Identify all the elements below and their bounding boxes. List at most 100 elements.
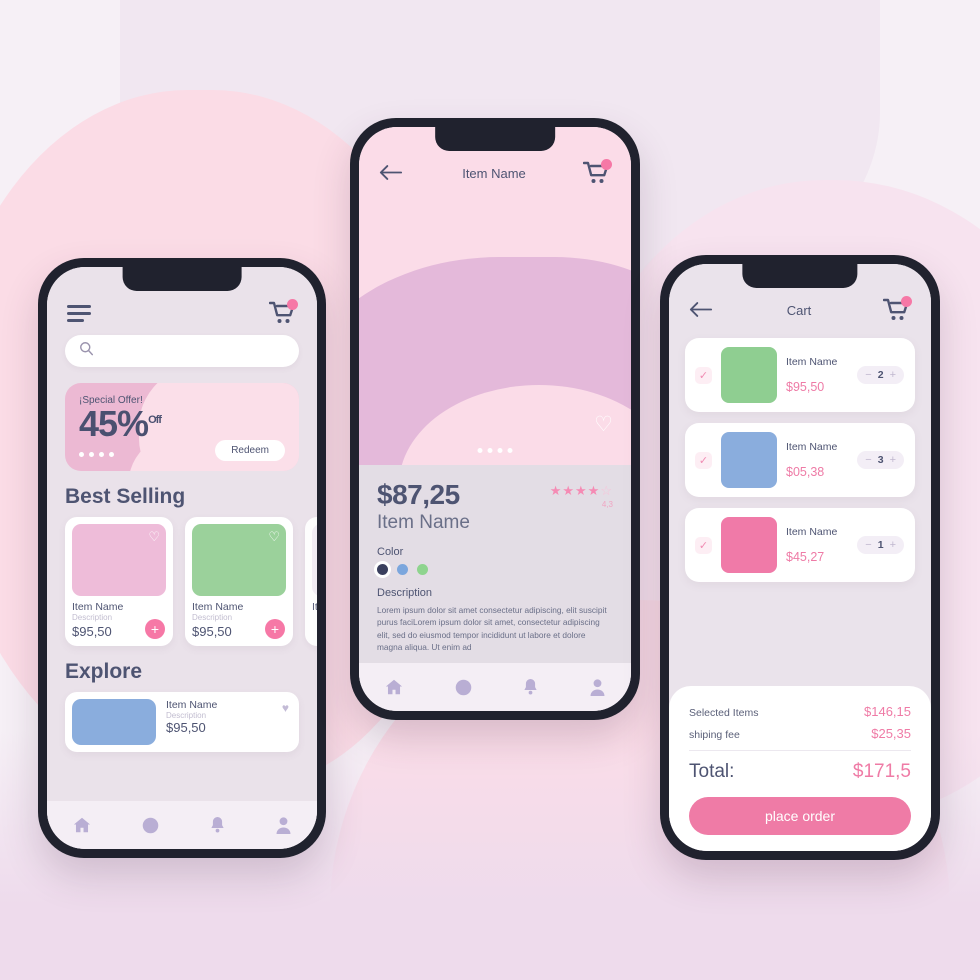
- increment-button[interactable]: +: [890, 369, 896, 381]
- detail-screen: ♡ Item Name ★★★★☆ 4,3 $87,25 Item Name C…: [359, 127, 631, 711]
- product-card[interactable]: Item Name: [305, 517, 317, 646]
- cart-badge: [901, 296, 912, 307]
- best-selling-list: ♡ Item Name Description $95,50 + ♡ Item …: [47, 517, 317, 646]
- item-checkbox[interactable]: ✓: [695, 366, 712, 384]
- decrement-button[interactable]: −: [865, 539, 871, 551]
- favorite-heart-icon[interactable]: ♡: [594, 412, 613, 437]
- nav-circle-icon[interactable]: [454, 678, 473, 697]
- product-name: Item Name: [72, 601, 124, 613]
- nav-home-icon[interactable]: [384, 678, 404, 696]
- decrement-button[interactable]: −: [865, 369, 871, 381]
- rating-value: 4,3: [601, 500, 613, 509]
- cart-icon[interactable]: [582, 159, 612, 185]
- quantity-stepper[interactable]: − 2 +: [857, 366, 904, 384]
- gallery-dots[interactable]: [477, 448, 513, 453]
- detail-bottom-nav: [359, 663, 631, 711]
- explore-name: Item Name: [166, 699, 218, 711]
- summary-row-selected: Selected Items $146,15: [689, 704, 911, 719]
- item-checkbox[interactable]: ✓: [695, 536, 712, 554]
- explore-title: Explore: [65, 660, 143, 683]
- quantity-stepper[interactable]: − 3 +: [857, 451, 904, 469]
- item-thumbnail: [721, 517, 777, 573]
- summary-divider: [689, 750, 911, 751]
- home-body: ¡Special Offer! 45%Off Redeem Best Selli…: [47, 267, 317, 849]
- product-name: Item Name: [377, 512, 470, 533]
- promo-off-label: Off: [148, 414, 162, 426]
- increment-button[interactable]: +: [890, 539, 896, 551]
- heart-outline-icon[interactable]: ♡: [148, 529, 160, 545]
- heart-filled-icon[interactable]: ♥: [282, 701, 289, 715]
- promo-banner[interactable]: ¡Special Offer! 45%Off Redeem: [65, 383, 299, 471]
- home-bottom-nav: [47, 801, 317, 849]
- product-card[interactable]: ♡ Item Name Description $95,50 +: [65, 517, 173, 646]
- search-icon: [79, 341, 94, 361]
- cart-icon[interactable]: [882, 296, 912, 322]
- back-arrow-icon[interactable]: [689, 301, 715, 319]
- cart-badge: [287, 299, 298, 310]
- order-summary: Selected Items $146,15 shiping fee $25,3…: [669, 686, 931, 851]
- back-arrow-icon[interactable]: [379, 164, 405, 182]
- cart-item-row[interactable]: ✓ Item Name $95,50 − 2 +: [685, 338, 915, 412]
- quantity-value: 3: [877, 454, 884, 466]
- quantity-stepper[interactable]: − 1 +: [857, 536, 904, 554]
- cart-icon[interactable]: [268, 299, 298, 325]
- cart-items-list: ✓ Item Name $95,50 − 2 + ✓ Item Name $05…: [669, 338, 931, 582]
- hamburger-icon[interactable]: [67, 304, 91, 322]
- product-name: Item Name: [192, 601, 244, 613]
- color-label: Color: [377, 546, 404, 558]
- explore-price: $95,50: [166, 720, 206, 735]
- color-swatch-navy[interactable]: [377, 564, 388, 575]
- promo-dots[interactable]: [79, 452, 114, 457]
- product-thumbnail: [312, 524, 317, 596]
- total-label: Total:: [689, 761, 735, 782]
- best-selling-title: Best Selling: [65, 485, 186, 508]
- home-screen: ¡Special Offer! 45%Off Redeem Best Selli…: [47, 267, 317, 849]
- color-swatch-green[interactable]: [417, 564, 428, 575]
- nav-bell-icon[interactable]: [209, 816, 226, 835]
- item-thumbnail: [721, 432, 777, 488]
- search-bar[interactable]: [65, 335, 299, 367]
- cart-body: Cart ✓ Item Name $95,50 − 2 + ✓ Item Nam…: [669, 264, 931, 851]
- nav-user-icon[interactable]: [275, 816, 292, 835]
- decrement-button[interactable]: −: [865, 454, 871, 466]
- nav-circle-icon[interactable]: [141, 816, 160, 835]
- quantity-value: 1: [877, 539, 884, 551]
- phone-notch: [122, 267, 242, 291]
- add-to-cart-button[interactable]: +: [265, 619, 285, 639]
- heart-outline-icon[interactable]: ♡: [268, 529, 280, 545]
- phone-detail: ♡ Item Name ★★★★☆ 4,3 $87,25 Item Name C…: [350, 118, 640, 720]
- nav-home-icon[interactable]: [72, 816, 92, 834]
- quantity-value: 2: [877, 369, 884, 381]
- explore-card[interactable]: Item Name Description $95,50 ♥: [65, 692, 299, 752]
- rating-block: ★★★★☆ 4,3: [550, 483, 613, 509]
- item-checkbox[interactable]: ✓: [695, 451, 712, 469]
- cart-item-row[interactable]: ✓ Item Name $05,38 − 3 +: [685, 423, 915, 497]
- cart-badge: [600, 159, 612, 170]
- description-text: Lorem ipsum dolor sit amet consectetur a…: [377, 605, 607, 653]
- promo-percent: 45%Off: [79, 403, 162, 444]
- color-swatch-blue[interactable]: [397, 564, 408, 575]
- explore-description: Description: [166, 711, 207, 720]
- product-card[interactable]: ♡ Item Name Description $95,50 +: [185, 517, 293, 646]
- product-thumbnail: ♡: [192, 524, 286, 596]
- increment-button[interactable]: +: [890, 454, 896, 466]
- shipping-fee-label: shiping fee: [689, 729, 740, 741]
- phone-cart: Cart ✓ Item Name $95,50 − 2 + ✓ Item Nam…: [660, 255, 940, 860]
- product-thumbnail: ♡: [72, 524, 166, 596]
- phone-notch: [742, 264, 858, 288]
- place-order-button[interactable]: place order: [689, 797, 911, 835]
- description-label: Description: [377, 587, 433, 599]
- nav-bell-icon[interactable]: [522, 678, 539, 697]
- rating-stars: ★★★★☆: [549, 483, 613, 498]
- summary-row-shipping: shiping fee $25,35: [689, 726, 911, 741]
- selected-items-value: $146,15: [864, 704, 911, 719]
- nav-user-icon[interactable]: [589, 678, 606, 697]
- cart-item-row[interactable]: ✓ Item Name $45,27 − 1 +: [685, 508, 915, 582]
- color-swatches: [377, 564, 613, 575]
- cart-screen: Cart ✓ Item Name $95,50 − 2 + ✓ Item Nam…: [669, 264, 931, 851]
- product-name: Item Name: [312, 601, 317, 613]
- search-input[interactable]: [102, 344, 285, 358]
- redeem-button[interactable]: Redeem: [215, 440, 285, 461]
- add-to-cart-button[interactable]: +: [145, 619, 165, 639]
- phone-home: ¡Special Offer! 45%Off Redeem Best Selli…: [38, 258, 326, 858]
